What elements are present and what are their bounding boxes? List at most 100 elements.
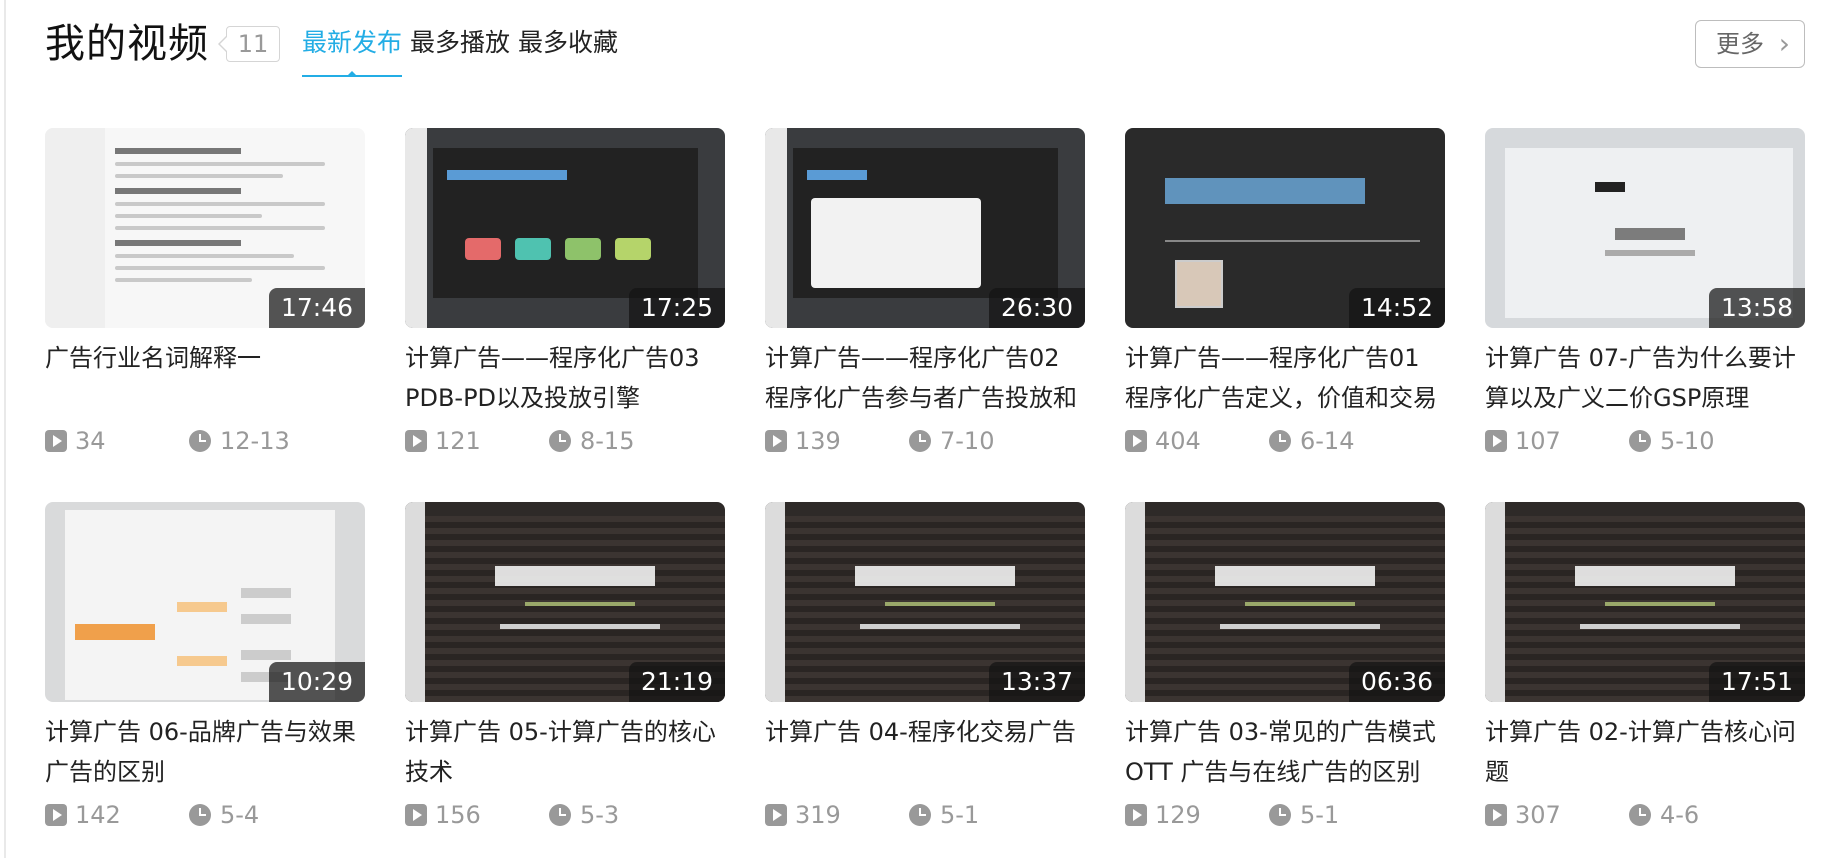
upload-date: 4-6 (1660, 801, 1700, 829)
play-count-icon (405, 430, 427, 452)
video-title[interactable]: 计算广告 03-常见的广告模式OTT 广告与在线广告的区别 (1125, 712, 1445, 792)
tab-most-played[interactable]: 最多播放 (410, 24, 510, 75)
clock-icon (549, 804, 571, 826)
upload-date: 7-10 (940, 427, 995, 455)
clock-icon (1629, 430, 1651, 452)
video-thumbnail[interactable]: 10:29 (45, 502, 365, 702)
play-count-icon (765, 804, 787, 826)
video-meta: 142 5-4 (45, 798, 365, 832)
upload-date: 5-1 (940, 801, 980, 829)
video-meta: 129 5-1 (1125, 798, 1445, 832)
play-count-icon (405, 804, 427, 826)
clock-icon (189, 804, 211, 826)
play-count-icon (45, 430, 67, 452)
left-divider (4, 0, 6, 858)
clock-icon (1629, 804, 1651, 826)
video-thumbnail[interactable]: 17:51 (1485, 502, 1805, 702)
play-count: 129 (1155, 801, 1201, 829)
video-duration: 06:36 (1348, 662, 1445, 702)
video-duration: 14:52 (1348, 288, 1445, 328)
clock-icon (1269, 804, 1291, 826)
upload-date: 8-15 (580, 427, 635, 455)
video-card[interactable]: 17:51 计算广告 02-计算广告核心问题 307 4-6 (1485, 502, 1805, 862)
play-count: 107 (1515, 427, 1561, 455)
clock-icon (1269, 430, 1291, 452)
video-card[interactable]: 06:36 计算广告 03-常见的广告模式OTT 广告与在线广告的区别 129 … (1125, 502, 1445, 862)
tab-most-favorited[interactable]: 最多收藏 (518, 24, 618, 75)
play-count-icon (45, 804, 67, 826)
play-count: 156 (435, 801, 481, 829)
play-count-icon (1125, 430, 1147, 452)
video-meta: 121 8-15 (405, 424, 725, 458)
video-meta: 139 7-10 (765, 424, 1085, 458)
video-title[interactable]: 计算广告 06-品牌广告与效果广告的区别 (45, 712, 365, 792)
video-duration: 26:30 (988, 288, 1085, 328)
video-title[interactable]: 广告行业名词解释一 (45, 338, 365, 418)
video-thumbnail[interactable]: 13:58 (1485, 128, 1805, 328)
play-count: 319 (795, 801, 841, 829)
video-card[interactable]: 14:52 计算广告——程序化广告01 程序化广告定义，价值和交易 404 6-… (1125, 128, 1445, 488)
video-thumbnail[interactable]: 26:30 (765, 128, 1085, 328)
video-thumbnail[interactable]: 21:19 (405, 502, 725, 702)
video-grid: 17:46 广告行业名词解释一 34 12-13 17:25 计算广告——程序化… (45, 128, 1810, 848)
video-title[interactable]: 计算广告——程序化广告01 程序化广告定义，价值和交易 (1125, 338, 1445, 418)
more-button[interactable]: 更多 › (1695, 20, 1805, 68)
video-meta: 307 4-6 (1485, 798, 1805, 832)
upload-date: 5-10 (1660, 427, 1715, 455)
video-card[interactable]: 26:30 计算广告——程序化广告02 程序化广告参与者广告投放和 139 7-… (765, 128, 1085, 488)
video-title[interactable]: 计算广告 05-计算广告的核心技术 (405, 712, 725, 792)
video-card[interactable]: 13:58 计算广告 07-广告为什么要计算以及广义二价GSP原理 107 5-… (1485, 128, 1805, 488)
clock-icon (909, 804, 931, 826)
play-count: 34 (75, 427, 106, 455)
video-meta: 156 5-3 (405, 798, 725, 832)
clock-icon (549, 430, 571, 452)
video-thumbnail[interactable]: 17:46 (45, 128, 365, 328)
video-card[interactable]: 17:46 广告行业名词解释一 34 12-13 (45, 128, 365, 488)
video-thumbnail[interactable]: 13:37 (765, 502, 1085, 702)
play-count-icon (765, 430, 787, 452)
section-header: 我的视频 11 最新发布 最多播放 最多收藏 更多 › (45, 0, 1805, 80)
play-count: 307 (1515, 801, 1561, 829)
upload-date: 5-4 (220, 801, 260, 829)
video-card[interactable]: 21:19 计算广告 05-计算广告的核心技术 156 5-3 (405, 502, 725, 862)
video-thumbnail[interactable]: 17:25 (405, 128, 725, 328)
video-title[interactable]: 计算广告 04-程序化交易广告 (765, 712, 1085, 792)
video-title[interactable]: 计算广告——程序化广告02 程序化广告参与者广告投放和 (765, 338, 1085, 418)
video-title[interactable]: 计算广告——程序化广告03 PDB-PD以及投放引擎 (405, 338, 725, 418)
video-meta: 404 6-14 (1125, 424, 1445, 458)
video-duration: 21:19 (628, 662, 725, 702)
video-meta: 107 5-10 (1485, 424, 1805, 458)
upload-date: 5-1 (1300, 801, 1340, 829)
video-duration: 17:46 (268, 288, 365, 328)
play-count: 404 (1155, 427, 1201, 455)
video-title[interactable]: 计算广告 07-广告为什么要计算以及广义二价GSP原理 (1485, 338, 1805, 418)
page-title: 我的视频 (45, 21, 209, 67)
video-duration: 13:37 (988, 662, 1085, 702)
video-card[interactable]: 13:37 计算广告 04-程序化交易广告 319 5-1 (765, 502, 1085, 862)
video-card[interactable]: 10:29 计算广告 06-品牌广告与效果广告的区别 142 5-4 (45, 502, 365, 862)
play-count-icon (1485, 804, 1507, 826)
play-count: 142 (75, 801, 121, 829)
video-duration: 13:58 (1708, 288, 1805, 328)
upload-date: 6-14 (1300, 427, 1355, 455)
play-count-icon (1485, 430, 1507, 452)
tab-latest[interactable]: 最新发布 (302, 24, 403, 77)
upload-date: 12-13 (220, 427, 290, 455)
video-card[interactable]: 17:25 计算广告——程序化广告03 PDB-PD以及投放引擎 121 8-1… (405, 128, 725, 488)
video-duration: 17:51 (1708, 662, 1805, 702)
video-count-badge: 11 (218, 26, 280, 62)
video-meta: 34 12-13 (45, 424, 365, 458)
video-meta: 319 5-1 (765, 798, 1085, 832)
upload-date: 5-3 (580, 801, 620, 829)
play-count-icon (1125, 804, 1147, 826)
play-count: 139 (795, 427, 841, 455)
chevron-right-icon: › (1778, 27, 1790, 60)
video-duration: 17:25 (628, 288, 725, 328)
video-title[interactable]: 计算广告 02-计算广告核心问题 (1485, 712, 1805, 792)
clock-icon (189, 430, 211, 452)
video-thumbnail[interactable]: 14:52 (1125, 128, 1445, 328)
play-count: 121 (435, 427, 481, 455)
clock-icon (909, 430, 931, 452)
video-thumbnail[interactable]: 06:36 (1125, 502, 1445, 702)
video-duration: 10:29 (268, 662, 365, 702)
